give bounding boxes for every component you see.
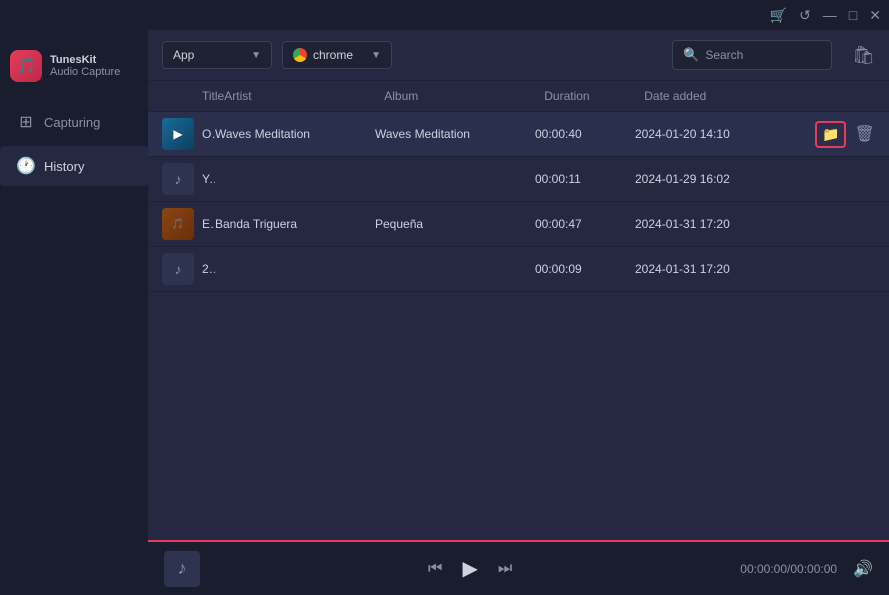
app-dropdown[interactable]: App ▼ [162, 41, 272, 69]
main-layout: 🎵 TunesKit Audio Capture ⊞ Capturing 🕐 H… [0, 30, 889, 595]
volume-button[interactable]: 🔊 [853, 559, 873, 579]
row2-title-col: YouTube [202, 172, 215, 186]
history-label: History [44, 159, 84, 174]
row4-title: 20240131171822469 [202, 262, 215, 276]
row3-title: El Ajo [202, 217, 215, 231]
row3-thumb: 🎵 [162, 208, 194, 240]
row3-duration: 00:00:47 [535, 217, 635, 231]
row2-title: YouTube [202, 172, 215, 186]
cart-icon[interactable]: 🛍 [852, 45, 875, 66]
row1-thumb [162, 118, 194, 150]
row1-actions: 📁 🗑 [815, 121, 875, 148]
player-bar: ♪ ⏮ ▶ ⏭ 00:00:00/00:00:00 🔊 [148, 540, 889, 595]
row1-date: 2024-01-20 14:10 [635, 127, 815, 141]
sidebar-item-history[interactable]: 🕐 History [0, 146, 148, 186]
row1-artist: Waves Meditation [215, 127, 375, 141]
capturing-icon: ⊞ [16, 112, 36, 132]
row3-album: Pequeña [375, 217, 535, 231]
maximize-icon[interactable]: □ [849, 7, 857, 23]
header-album: Album [384, 89, 544, 103]
row1-title-col: Ocean At A Distance [202, 127, 215, 141]
cart-titlebar-icon[interactable]: 🛒 [770, 7, 787, 24]
capturing-label: Capturing [44, 115, 100, 130]
header-artist: Artist [224, 89, 384, 103]
row4-thumb: ♪ [162, 253, 194, 285]
header-actions [824, 89, 884, 103]
titlebar: 🛒 ↺ — □ ✕ [0, 0, 889, 30]
header-thumb [162, 89, 202, 103]
table-row[interactable]: 🎵 El Ajo Banda Triguera Pequeña 00:00:47… [148, 202, 889, 247]
row4-title-col: 20240131171822469 [202, 262, 215, 276]
sidebar: 🎵 TunesKit Audio Capture ⊞ Capturing 🕐 H… [0, 30, 148, 595]
search-icon: 🔍 [683, 47, 699, 63]
table-row[interactable]: Ocean At A Distance Waves Meditation Wav… [148, 112, 889, 157]
app-logo: 🎵 TunesKit Audio Capture [0, 40, 148, 102]
row4-thumb-col: ♪ [162, 253, 202, 285]
header-date: Date added [644, 89, 824, 103]
row1-duration: 00:00:40 [535, 127, 635, 141]
close-icon[interactable]: ✕ [869, 7, 881, 24]
next-button[interactable]: ⏭ [498, 560, 512, 578]
track-table: Title Artist Album Duration Date added O… [148, 81, 889, 540]
browser-dropdown-label: chrome [313, 48, 353, 62]
search-input[interactable] [705, 48, 821, 62]
sidebar-item-capturing[interactable]: ⊞ Capturing [0, 102, 148, 142]
play-button[interactable]: ▶ [462, 556, 477, 581]
prev-button[interactable]: ⏮ [428, 560, 442, 578]
row2-thumb: ♪ [162, 163, 194, 195]
table-header: Title Artist Album Duration Date added [148, 81, 889, 112]
history-icon: 🕐 [16, 156, 36, 176]
header-duration: Duration [544, 89, 644, 103]
row2-thumb-col: ♪ [162, 163, 202, 195]
app-logo-icon: 🎵 [10, 50, 42, 82]
row2-duration: 00:00:11 [535, 172, 635, 186]
row3-date: 2024-01-31 17:20 [635, 217, 815, 231]
row1-delete-button[interactable]: 🗑 [854, 124, 874, 144]
table-row[interactable]: ♪ YouTube 00:00:11 2024-01-29 16:02 [148, 157, 889, 202]
row1-album: Waves Meditation [375, 127, 535, 141]
row3-artist: Banda Triguera [215, 217, 375, 231]
minimize-icon[interactable]: — [823, 7, 837, 23]
player-controls: ⏮ ▶ ⏭ [428, 556, 512, 581]
row1-folder-button[interactable]: 📁 [815, 121, 846, 148]
chrome-icon [293, 48, 307, 62]
sidebar-nav: ⊞ Capturing 🕐 History [0, 102, 148, 186]
table-row[interactable]: ♪ 20240131171822469 00:00:09 2024-01-31 … [148, 247, 889, 292]
app-name-line2: Audio Capture [50, 66, 120, 78]
app-name-text: TunesKit Audio Capture [50, 54, 120, 78]
rotate-titlebar-icon[interactable]: ↺ [799, 7, 811, 24]
row2-date: 2024-01-29 16:02 [635, 172, 815, 186]
browser-dropdown[interactable]: chrome ▼ [282, 41, 392, 69]
toolbar: App ▼ chrome ▼ 🔍 🛍 [148, 30, 889, 81]
search-box[interactable]: 🔍 [672, 40, 832, 70]
row1-title: Ocean At A Distance [202, 127, 215, 141]
app-dropdown-arrow: ▼ [251, 50, 261, 61]
browser-dropdown-arrow: ▼ [371, 50, 381, 61]
row3-thumb-col: 🎵 [162, 208, 202, 240]
header-title: Title [202, 89, 224, 103]
player-thumbnail: ♪ [164, 551, 200, 587]
row4-date: 2024-01-31 17:20 [635, 262, 815, 276]
row1-thumb-col [162, 118, 202, 150]
app-dropdown-label: App [173, 48, 194, 62]
time-display: 00:00:00/00:00:00 [740, 562, 837, 576]
row4-duration: 00:00:09 [535, 262, 635, 276]
app-name-line1: TunesKit [50, 54, 120, 66]
row3-title-col: El Ajo [202, 217, 215, 231]
content-area: App ▼ chrome ▼ 🔍 🛍 Title Artist Album Du… [148, 30, 889, 595]
